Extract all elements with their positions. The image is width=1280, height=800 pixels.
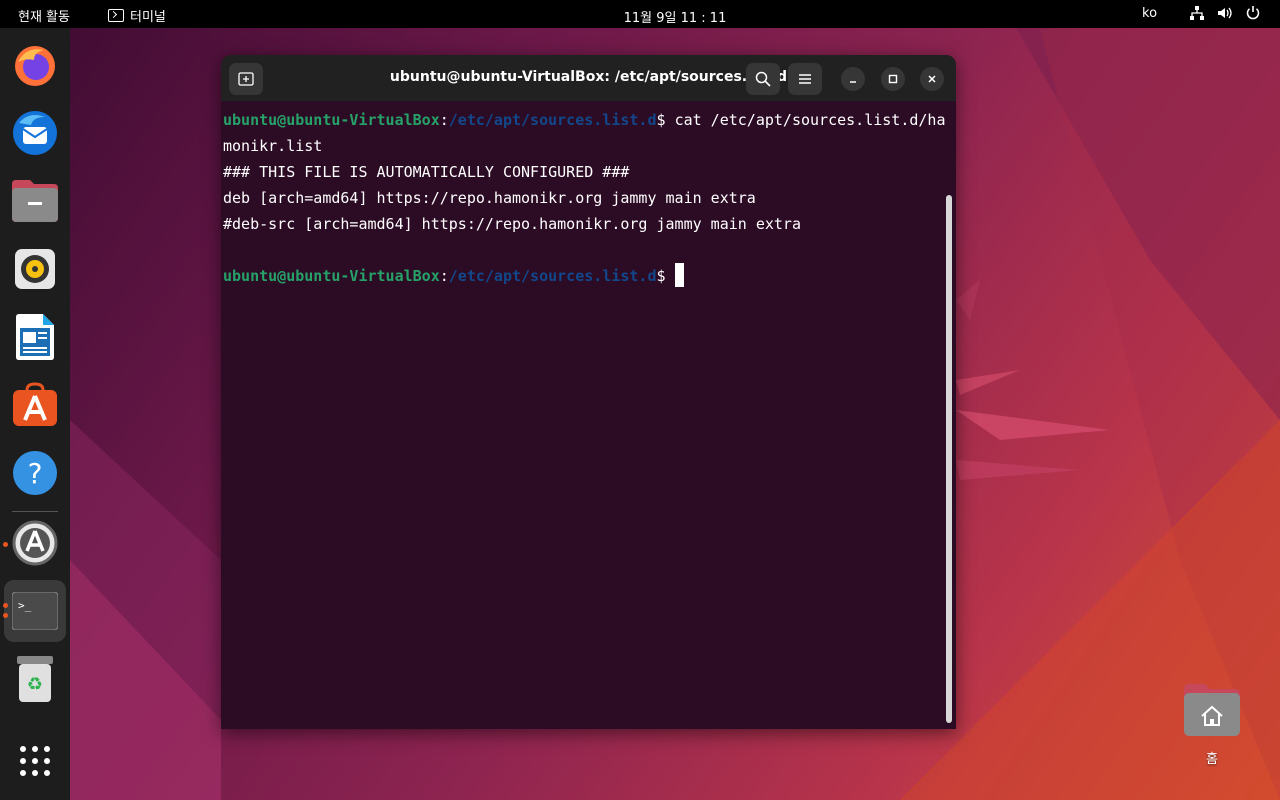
search-button[interactable] bbox=[746, 63, 780, 95]
home-folder-icon bbox=[1184, 684, 1240, 736]
activities-button[interactable]: 현재 활동 bbox=[18, 6, 70, 25]
clock[interactable]: 11월 9일 11 : 11 bbox=[624, 11, 727, 26]
libreoffice-writer-icon bbox=[16, 314, 54, 360]
trash-icon: ♻ bbox=[17, 656, 53, 702]
files-launcher[interactable] bbox=[8, 174, 62, 228]
writer-launcher[interactable] bbox=[8, 310, 62, 364]
volume-icon bbox=[1218, 7, 1232, 19]
terminal-scrollbar[interactable] bbox=[946, 195, 952, 723]
terminal-line: ### THIS FILE IS AUTOMATICALLY CONFIGURE… bbox=[223, 163, 630, 181]
running-indicator bbox=[3, 613, 8, 618]
rhythmbox-icon bbox=[15, 249, 55, 289]
prompt-user: ubuntu@ubuntu-VirtualBox bbox=[223, 111, 440, 129]
app-menu-label: 터미널 bbox=[130, 10, 166, 25]
software-updater-icon bbox=[12, 520, 58, 566]
app-center-icon bbox=[13, 382, 57, 426]
command-text: cat /etc/apt/sources.list.d/ha bbox=[674, 111, 946, 129]
prompt-dollar: $ bbox=[656, 111, 675, 129]
home-folder-desktop-icon[interactable] bbox=[1184, 684, 1240, 736]
app-center-launcher[interactable] bbox=[8, 378, 62, 432]
new-tab-icon bbox=[238, 72, 254, 86]
dock-separator bbox=[12, 511, 58, 512]
terminal-launcher[interactable]: >_ bbox=[4, 580, 66, 642]
svg-text:♻: ♻ bbox=[27, 674, 43, 695]
help-icon: ? bbox=[13, 451, 57, 495]
show-apps-button[interactable] bbox=[8, 734, 62, 788]
search-icon bbox=[755, 71, 771, 87]
menu-button[interactable] bbox=[788, 63, 822, 95]
show-apps-icon bbox=[20, 746, 50, 776]
prompt-dollar: $ bbox=[656, 267, 675, 285]
maximize-icon bbox=[888, 74, 898, 84]
thunderbird-icon bbox=[13, 111, 57, 155]
prompt-colon: : bbox=[439, 267, 449, 285]
help-launcher[interactable]: ? bbox=[8, 446, 62, 500]
terminal-line: ubuntu@ubuntu-VirtualBox:/etc/apt/source… bbox=[223, 107, 946, 133]
system-tray[interactable] bbox=[1189, 5, 1261, 21]
terminal-titlebar[interactable]: ubuntu@ubuntu-VirtualBox: /etc/apt/sourc… bbox=[221, 55, 956, 101]
firefox-icon bbox=[15, 46, 55, 86]
svg-text:>_: >_ bbox=[18, 599, 32, 612]
new-tab-button[interactable] bbox=[229, 63, 263, 95]
minimize-button[interactable] bbox=[841, 67, 865, 91]
language-indicator[interactable]: ko bbox=[1142, 6, 1157, 21]
terminal-line: ubuntu@ubuntu-VirtualBox:/etc/apt/source… bbox=[223, 263, 943, 289]
software-updater-launcher[interactable] bbox=[8, 516, 62, 570]
rhythmbox-launcher[interactable] bbox=[8, 242, 62, 296]
terminal-small-icon bbox=[108, 9, 124, 22]
terminal-icon: >_ bbox=[12, 592, 58, 630]
terminal-line: monikr.list bbox=[223, 137, 323, 155]
thunderbird-launcher[interactable] bbox=[8, 106, 62, 160]
clock-container: 11월 9일 11 : 11 bbox=[0, 7, 1280, 26]
firefox-launcher[interactable] bbox=[8, 38, 62, 92]
maximize-button[interactable] bbox=[881, 67, 905, 91]
app-menu-button[interactable]: 터미널 bbox=[108, 6, 166, 25]
files-icon bbox=[12, 180, 58, 222]
close-button[interactable] bbox=[920, 67, 944, 91]
power-icon bbox=[1246, 6, 1260, 20]
terminal-line: deb [arch=amd64] https://repo.hamonikr.o… bbox=[223, 189, 756, 207]
running-indicator bbox=[3, 603, 8, 608]
text-cursor bbox=[674, 263, 684, 287]
minimize-icon bbox=[850, 81, 856, 83]
terminal-line: #deb-src [arch=amd64] https://repo.hamon… bbox=[223, 215, 801, 233]
terminal-window[interactable]: ubuntu@ubuntu-VirtualBox: /etc/apt/sourc… bbox=[221, 55, 956, 729]
dock: ? >_ ♻ bbox=[0, 28, 70, 800]
trash-launcher[interactable]: ♻ bbox=[8, 652, 62, 706]
prompt-colon: : bbox=[439, 111, 449, 129]
prompt-user: ubuntu@ubuntu-VirtualBox bbox=[223, 267, 440, 285]
prompt-path: /etc/apt/sources.list.d bbox=[448, 111, 657, 129]
prompt-path: /etc/apt/sources.list.d bbox=[448, 267, 657, 285]
svg-text:?: ? bbox=[28, 457, 43, 490]
home-folder-label[interactable]: 홈 bbox=[1184, 748, 1240, 767]
top-bar: 현재 활동 터미널 11월 9일 11 : 11 ko bbox=[0, 0, 1280, 28]
close-icon bbox=[928, 75, 936, 83]
hamburger-menu-icon bbox=[799, 74, 811, 84]
network-icon bbox=[1190, 6, 1204, 20]
terminal-output[interactable]: ubuntu@ubuntu-VirtualBox:/etc/apt/source… bbox=[223, 107, 946, 289]
